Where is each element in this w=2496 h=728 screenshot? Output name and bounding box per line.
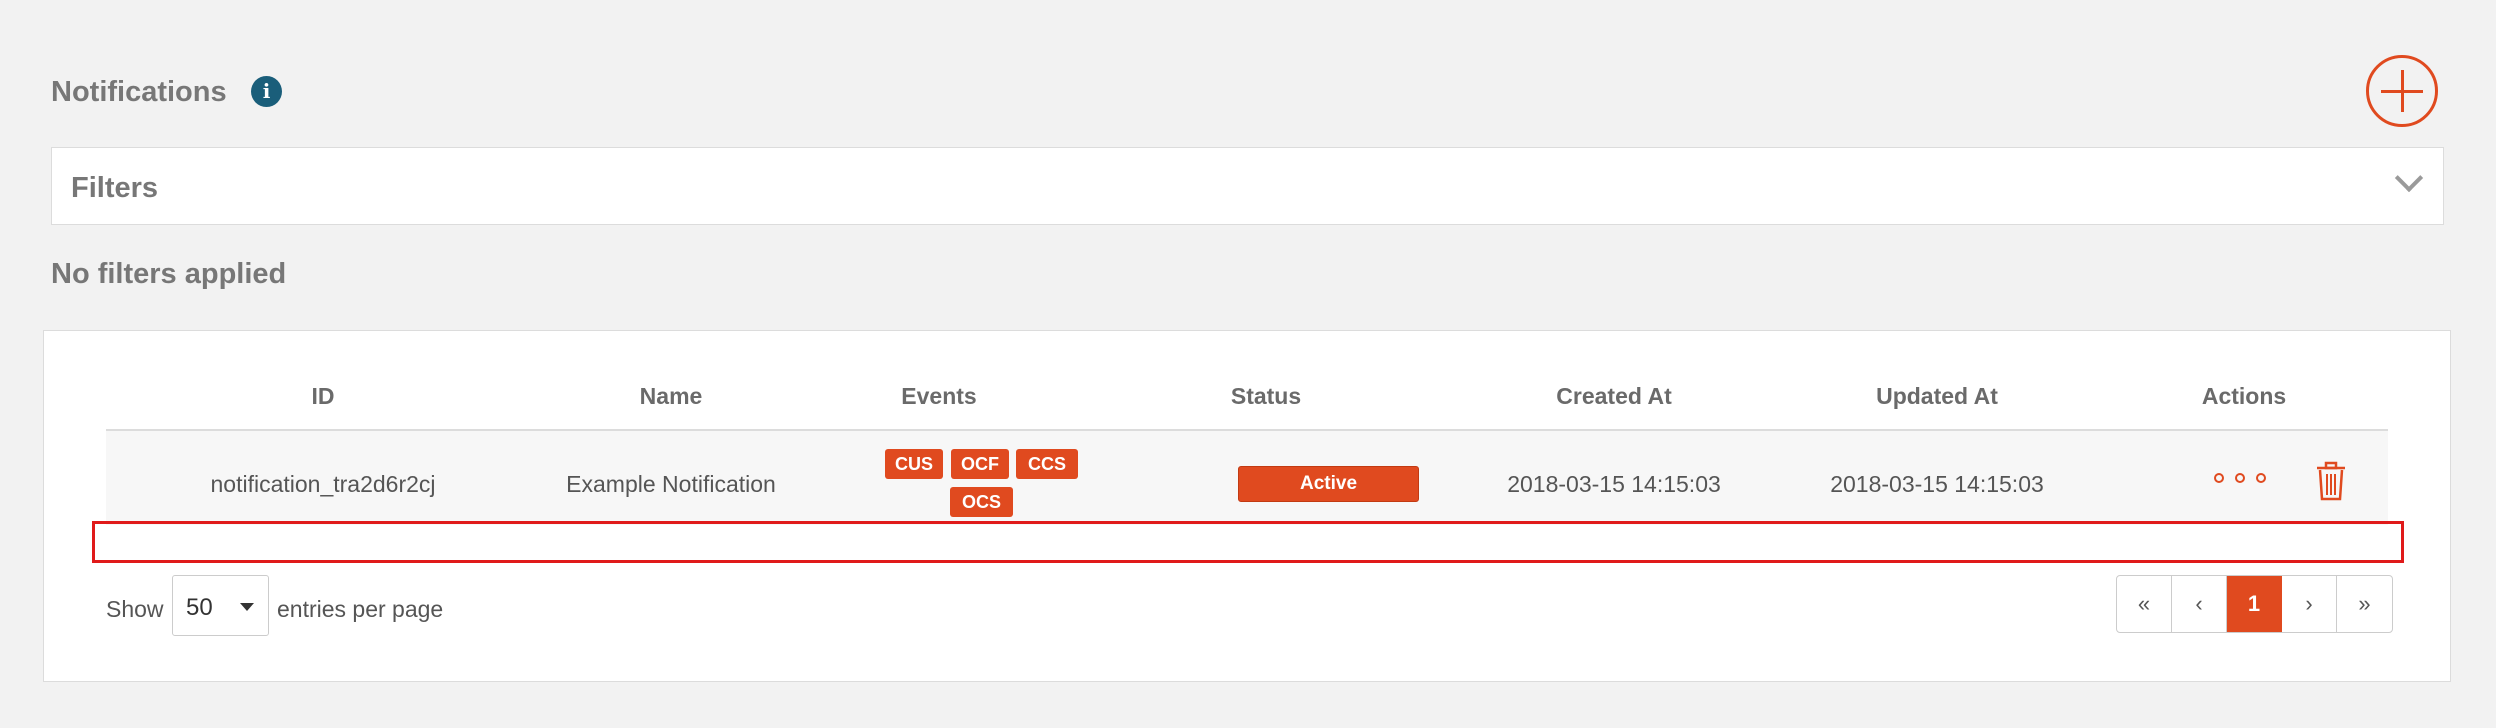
caret-down-icon (240, 603, 254, 611)
page-size-select[interactable]: 50 (172, 575, 269, 636)
chevron-down-icon[interactable] (2394, 163, 2424, 193)
cell-id: notification_tra2d6r2cj (210, 471, 436, 497)
info-icon[interactable]: i (251, 76, 282, 107)
more-actions-button[interactable] (2214, 467, 2266, 489)
event-badge-ccs[interactable]: CCS (1016, 449, 1078, 479)
page-title: Notifications (51, 76, 227, 108)
trash-icon[interactable] (2315, 461, 2347, 501)
page-button-current[interactable]: 1 (2227, 576, 2282, 632)
column-header-status[interactable]: Status (1231, 383, 1301, 410)
cell-name: Example Notification (566, 471, 776, 497)
more-dot-icon (2235, 473, 2245, 483)
show-label: Show (106, 596, 164, 622)
next-page-button[interactable]: › (2282, 576, 2337, 632)
highlight-box (92, 521, 2404, 563)
status-badge: Active (1238, 466, 1419, 502)
pagination: « ‹ 1 › » (2116, 575, 2393, 633)
filter-status-text: No filters applied (51, 258, 287, 290)
filters-label: Filters (71, 172, 159, 204)
column-header-updated-at[interactable]: Updated At (1876, 383, 1998, 410)
column-header-events[interactable]: Events (901, 383, 976, 410)
cell-updated-at: 2018-03-15 14:15:03 (1830, 471, 2044, 497)
prev-page-button[interactable]: ‹ (2172, 576, 2227, 632)
first-page-button[interactable]: « (2117, 576, 2172, 632)
table-row[interactable]: notification_tra2d6r2cj Example Notifica… (106, 431, 2388, 525)
more-dot-icon (2214, 473, 2224, 483)
page-size-value: 50 (186, 594, 213, 621)
column-header-id[interactable]: ID (312, 383, 335, 410)
filters-panel[interactable]: Filters (51, 147, 2444, 225)
entries-label: entries per page (277, 596, 444, 622)
column-header-created-at[interactable]: Created At (1556, 383, 1671, 410)
more-dot-icon (2256, 473, 2266, 483)
column-header-actions: Actions (2201, 383, 2287, 409)
event-badge-ocs[interactable]: OCS (950, 487, 1013, 517)
add-notification-button[interactable] (2366, 55, 2438, 127)
last-page-button[interactable]: » (2337, 576, 2392, 632)
cell-created-at: 2018-03-15 14:15:03 (1507, 471, 1721, 497)
notifications-table-card: ID Name Events Status Created At Updated… (43, 330, 2451, 682)
event-badge-cus[interactable]: CUS (885, 449, 943, 479)
event-badge-ocf[interactable]: OCF (951, 449, 1009, 479)
column-header-name[interactable]: Name (640, 383, 703, 410)
